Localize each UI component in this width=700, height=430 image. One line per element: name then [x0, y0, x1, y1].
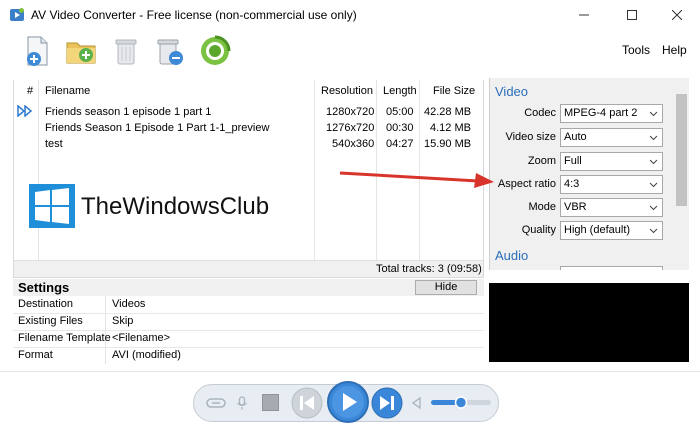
quality-dropdown[interactable]: High (default) [560, 221, 663, 240]
chevron-down-icon [649, 159, 658, 165]
convert-icon[interactable] [198, 34, 232, 68]
aspect-ratio-dropdown[interactable]: 4:3 [560, 175, 663, 194]
close-button[interactable] [654, 0, 700, 30]
setting-label: Filename Template [18, 332, 111, 344]
now-playing-icon [17, 105, 33, 117]
volume-slider[interactable] [431, 396, 491, 409]
previous-button[interactable] [290, 386, 324, 420]
close-icon [672, 10, 682, 20]
panel-scrollbar[interactable] [674, 78, 689, 270]
length-cell: 00:30 [386, 122, 414, 134]
resolution-cell: 1280x720 [326, 106, 375, 118]
video-section-title: Video [495, 84, 529, 99]
stop-button[interactable] [262, 394, 279, 411]
setting-label: Existing Files [18, 315, 83, 327]
add-file-icon[interactable] [20, 34, 54, 68]
settings-header: Settings Hide [13, 279, 484, 296]
total-tracks: Total tracks: 3 (09:58) [376, 263, 482, 275]
column-header-length[interactable]: Length [383, 85, 417, 97]
size-cell: 15.90 MB [424, 138, 472, 150]
window-title: AV Video Converter - Free license (non-c… [31, 8, 357, 22]
codec-dropdown[interactable]: MPEG-4 part 2 [560, 104, 663, 123]
column-header-filesize[interactable]: File Size [433, 85, 475, 97]
setting-value[interactable]: Videos [112, 298, 145, 310]
chevron-down-icon [649, 111, 658, 117]
minimize-button[interactable] [561, 0, 607, 30]
mute-icon[interactable] [409, 396, 423, 410]
size-cell: 4.12 MB [430, 122, 471, 134]
app-window: AV Video Converter - Free license (non-c… [0, 0, 700, 430]
microphone-icon[interactable] [236, 396, 248, 410]
chevron-down-icon [649, 205, 658, 211]
column-header-filename[interactable]: Filename [45, 85, 90, 97]
video-size-label: Video size [505, 131, 556, 143]
size-cell: 42.28 MB [424, 106, 472, 118]
length-cell: 04:27 [386, 138, 414, 150]
quality-label: Quality [521, 224, 556, 236]
filename-cell: Friends Season 1 Episode 1 Part 1-1_prev… [45, 122, 270, 134]
video-preview [489, 283, 689, 362]
setting-value[interactable]: Skip [112, 315, 133, 327]
video-size-dropdown[interactable]: Auto [560, 128, 663, 147]
video-size-value: Auto [564, 131, 587, 143]
filename-cell: test [45, 138, 63, 150]
maximize-button[interactable] [609, 0, 655, 30]
setting-label: Format [18, 349, 53, 361]
column-header-number[interactable]: # [27, 85, 33, 97]
setting-value[interactable]: AVI (modified) [112, 349, 181, 361]
audio-section-title: Audio [495, 248, 529, 263]
resolution-cell: 540x360 [332, 138, 375, 150]
resolution-cell: 1276x720 [326, 122, 375, 134]
chevron-down-icon [649, 182, 658, 188]
clip-icon[interactable] [205, 396, 227, 410]
quality-value: High (default) [564, 224, 631, 236]
title-bar: AV Video Converter - Free license (non-c… [0, 0, 700, 30]
chevron-down-icon [649, 228, 658, 234]
zoom-label: Zoom [527, 155, 556, 167]
aspect-ratio-value: 4:3 [564, 178, 580, 190]
aspect-ratio-label: Aspect ratio [497, 178, 556, 190]
filename-cell: Friends season 1 episode 1 part 1 [45, 106, 212, 118]
annotation-arrow [339, 171, 494, 188]
menu-help[interactable]: Help [662, 43, 687, 57]
hide-button[interactable]: Hide [415, 280, 477, 295]
mode-value: VBR [564, 201, 587, 213]
app-icon [10, 8, 24, 21]
mode-label: Mode [528, 201, 556, 213]
zoom-value: Full [564, 155, 582, 167]
setting-value[interactable]: <Filename> [112, 332, 170, 344]
maximize-icon [627, 10, 637, 20]
clear-list-icon[interactable] [153, 34, 187, 68]
play-button[interactable] [326, 380, 370, 424]
codec-value: MPEG-4 part 2 [564, 107, 638, 119]
watermark-text: TheWindowsClub [81, 193, 270, 220]
next-button[interactable] [370, 386, 404, 420]
settings-title: Settings [18, 280, 70, 295]
windows-logo [29, 184, 75, 228]
menu-tools[interactable]: Tools [622, 43, 650, 57]
mode-dropdown[interactable]: VBR [560, 198, 663, 217]
minimize-icon [579, 14, 589, 16]
settings-panel: Settings Hide Destination Videos Existin… [13, 279, 484, 364]
watermark: TheWindowsClub [29, 184, 329, 228]
codec-label: Codec [524, 107, 556, 119]
trash-icon[interactable] [109, 34, 143, 68]
column-header-resolution[interactable]: Resolution [321, 85, 373, 97]
length-cell: 05:00 [386, 106, 414, 118]
chevron-down-icon [649, 135, 658, 141]
setting-label: Destination [18, 298, 74, 310]
add-folder-icon[interactable] [64, 34, 98, 68]
status-bar: Total tracks: 3 (09:58) [14, 260, 483, 277]
zoom-dropdown[interactable]: Full [560, 152, 663, 171]
